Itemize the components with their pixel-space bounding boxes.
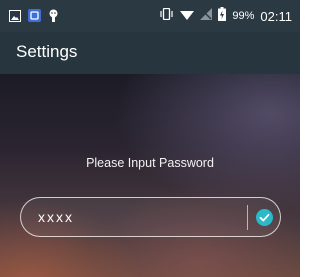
app-store-icon — [28, 9, 41, 27]
app-bar: Settings — [0, 32, 300, 74]
android-debug-icon — [48, 9, 59, 27]
wallpaper-area: Please Input Password xxxx — [0, 74, 300, 277]
field-divider — [247, 205, 248, 230]
password-prompt: Please Input Password — [86, 156, 214, 170]
vibrate-icon — [159, 7, 174, 25]
no-sim-icon — [200, 7, 213, 25]
status-bar: 99% 02:11 — [0, 0, 300, 32]
check-icon — [259, 213, 270, 222]
image-icon — [9, 9, 21, 27]
wifi-icon — [180, 7, 195, 25]
password-field[interactable]: xxxx — [20, 197, 281, 237]
confirm-button[interactable] — [256, 209, 273, 226]
battery-icon — [218, 6, 227, 26]
clock: 02:11 — [260, 8, 292, 24]
battery-percent: 99% — [232, 10, 255, 22]
page-title: Settings — [16, 42, 78, 61]
password-input[interactable]: xxxx — [38, 209, 74, 225]
status-left-icons — [9, 9, 66, 27]
status-right-icons: 99% 02:11 — [159, 6, 292, 26]
screen: 99% 02:11 Settings Please Input Password… — [0, 0, 300, 277]
